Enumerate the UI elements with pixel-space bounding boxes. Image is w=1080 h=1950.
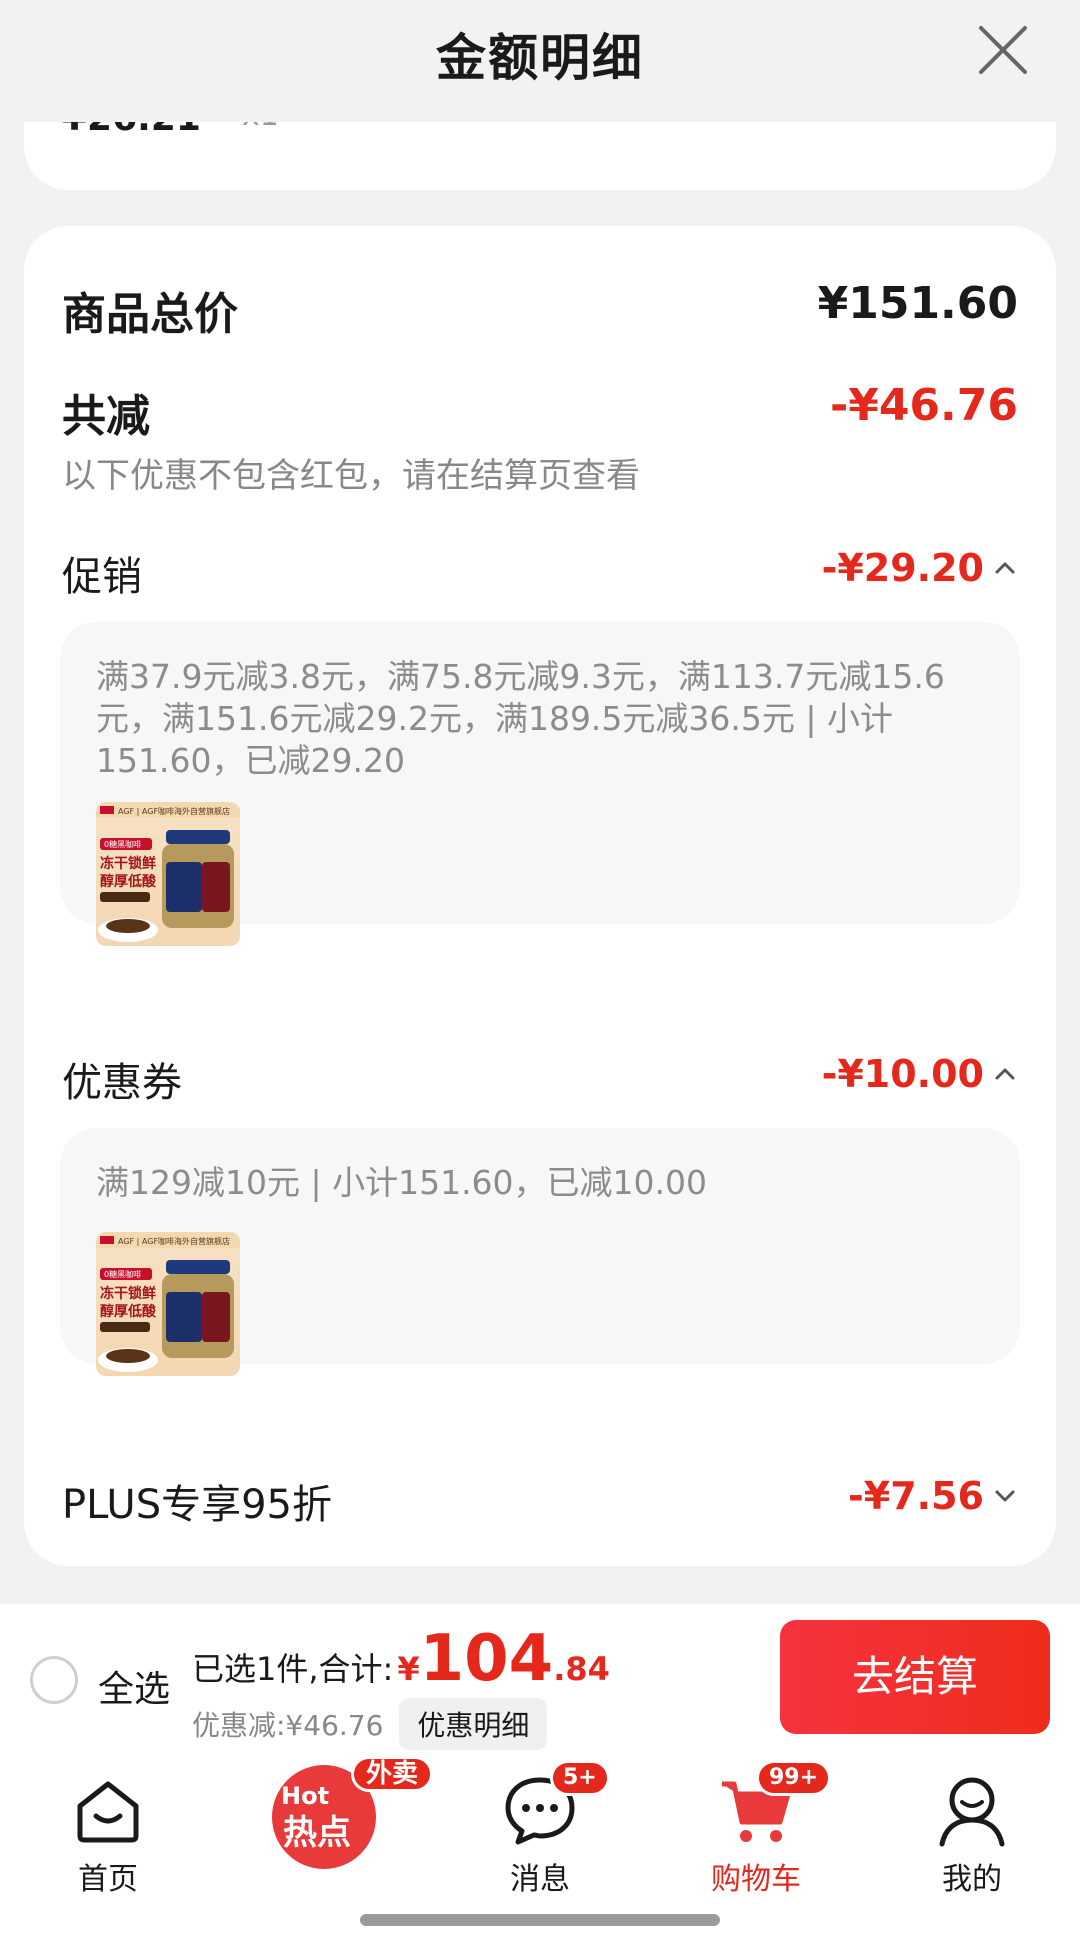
close-icon <box>979 26 1027 74</box>
tab-cart-label: 购物车 <box>711 1862 801 1897</box>
plus-discount-row[interactable]: PLUS专享95折 -¥7.56 <box>62 1472 1018 1528</box>
total-summary: 已选1件,合计: ¥ 104 .84 <box>192 1622 610 1696</box>
thumb-tag: 0糖黑咖啡 <box>104 839 141 849</box>
thumb-line1: 冻干锁鲜 <box>100 855 156 872</box>
thumb-line2: 醇厚低酸 <box>100 873 157 890</box>
coupon-row[interactable]: 优惠券 -¥10.00 <box>62 1050 1018 1106</box>
takeout-badge: 外卖 <box>351 1756 434 1792</box>
thumb-tag: 0糖黑咖啡 <box>104 1269 141 1279</box>
tab-home-label: 首页 <box>78 1862 138 1897</box>
amount-details-page: ¥26.21 x1 金额明细 商品总价 ¥151.60 共减 -¥46.76 以… <box>0 0 1080 1950</box>
checkout-button[interactable]: 去结算 <box>780 1620 1050 1734</box>
thumb-line2: 醇厚低酸 <box>100 1303 157 1320</box>
tab-home[interactable]: 首页 <box>38 1770 178 1898</box>
reduction-note: 以下优惠不包含红包，请在结算页查看 <box>62 456 640 496</box>
cart-badge: 99+ <box>756 1760 832 1796</box>
profile-icon <box>939 1777 1005 1847</box>
coupon-label: 优惠券 <box>62 1060 182 1106</box>
discount-amount: 优惠减:¥46.76 <box>192 1709 384 1742</box>
promotion-value: -¥29.20 <box>821 546 984 590</box>
close-button[interactable] <box>975 22 1031 78</box>
plus-discount-value-group: -¥7.56 <box>848 1474 1018 1518</box>
home-icon <box>77 1781 139 1843</box>
coupon-value: -¥10.00 <box>821 1052 984 1096</box>
promotion-detail-text: 满37.9元减3.8元，满75.8元减9.3元，满113.7元减15.6元，满1… <box>96 657 945 780</box>
total-reduction-row: 共减 -¥46.76 <box>62 380 1018 442</box>
product-thumbnail[interactable]: AGF | AGF咖啡海外自营旗舰店 0糖黑咖啡 冻干锁鲜 醇厚低酸 <box>96 802 240 946</box>
total-reduction-value: -¥46.76 <box>829 380 1018 431</box>
total-reduction-label: 共减 <box>62 391 150 442</box>
coffee-jar-image: AGF | AGF咖啡海外自营旗舰店 0糖黑咖啡 冻干锁鲜 醇厚低酸 <box>96 1232 240 1372</box>
chevron-up-icon <box>995 1068 1015 1080</box>
plus-discount-label: PLUS专享95折 <box>62 1482 332 1528</box>
total-price-row: 商品总价 ¥151.60 <box>62 278 1018 340</box>
promotion-row[interactable]: 促销 -¥29.20 <box>62 544 1018 600</box>
coupon-detail-text: 满129减10元 | 小计151.60，已减10.00 <box>96 1163 708 1202</box>
selected-count-label: 已选1件,合计: <box>192 1650 394 1688</box>
tab-mine[interactable]: 我的 <box>902 1770 1042 1898</box>
home-indicator[interactable] <box>360 1914 720 1926</box>
total-price-value: ¥151.60 <box>817 278 1018 329</box>
page-title: 金额明细 <box>436 29 644 87</box>
tab-messages[interactable]: 5+ 消息 <box>470 1760 610 1898</box>
select-all-label[interactable]: 全选 <box>98 1660 170 1712</box>
thumb-brand: AGF | AGF咖啡海外自营旗舰店 <box>118 1236 230 1246</box>
select-all-checkbox[interactable] <box>30 1656 78 1704</box>
tab-mine-label: 我的 <box>942 1862 1002 1897</box>
total-amount-int: 104 <box>419 1622 554 1696</box>
promotion-detail-box: 满37.9元减3.8元，满75.8元减9.3元，满113.7元减15.6元，满1… <box>60 622 1020 946</box>
amount-details-card: 商品总价 ¥151.60 共减 -¥46.76 以下优惠不包含红包，请在结算页查… <box>24 226 1056 1566</box>
coffee-jar-image: AGF | AGF咖啡海外自营旗舰店 0糖黑咖啡 冻干锁鲜 醇厚低酸 <box>96 802 240 942</box>
hot-label: Hot <box>281 1782 329 1810</box>
messages-badge: 5+ <box>550 1760 610 1796</box>
total-price-label: 商品总价 <box>62 289 238 340</box>
tab-messages-label: 消息 <box>510 1862 570 1897</box>
discount-details-button[interactable]: 优惠明细 <box>399 1698 548 1750</box>
coupon-value-group: -¥10.00 <box>822 1052 1018 1096</box>
chevron-up-icon <box>995 562 1015 574</box>
checkout-bar: 全选 已选1件,合计: ¥ 104 .84 优惠减:¥46.76 优惠明细 去结… <box>0 1604 1080 1752</box>
discount-summary: 优惠减:¥46.76 优惠明细 <box>192 1698 548 1750</box>
tab-cart[interactable]: 99+ 购物车 <box>686 1760 832 1898</box>
tab-hot[interactable]: Hot 热点 外卖 <box>254 1756 434 1870</box>
sheet-header: 金额明细 <box>0 0 1080 122</box>
promotion-value-group: -¥29.20 <box>822 546 1018 590</box>
plus-discount-value: -¥7.56 <box>848 1474 984 1518</box>
total-amount-dec: .84 <box>553 1650 610 1688</box>
coupon-detail-box: 满129减10元 | 小计151.60，已减10.00 AGF | AGF咖啡海… <box>60 1128 1020 1376</box>
thumb-line1: 冻干锁鲜 <box>100 1285 156 1302</box>
thumb-brand: AGF | AGF咖啡海外自营旗舰店 <box>118 806 230 816</box>
hot-main-label: 热点 <box>283 1813 351 1853</box>
total-currency: ¥ <box>397 1650 420 1688</box>
chevron-down-icon <box>995 1490 1015 1502</box>
product-thumbnail[interactable]: AGF | AGF咖啡海外自营旗舰店 0糖黑咖啡 冻干锁鲜 醇厚低酸 <box>96 1232 240 1376</box>
promotion-label: 促销 <box>62 554 142 600</box>
